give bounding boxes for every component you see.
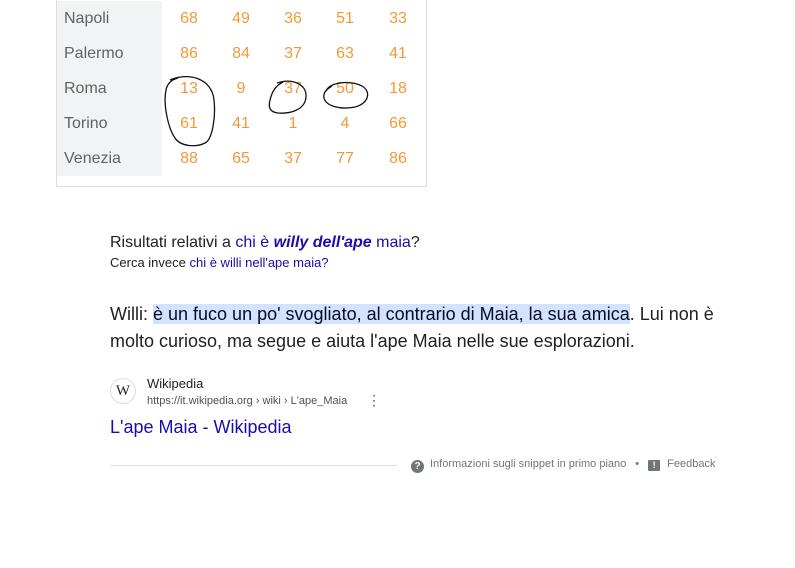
draw-number: 4 — [340, 115, 350, 132]
city-name: Napoli — [57, 1, 162, 36]
original-query-link[interactable]: chi è willi nell'ape maia? — [189, 255, 328, 270]
spelling-correction: Risultati relativi a chi è willy dell'ap… — [110, 234, 420, 252]
featured-snippet-text: Willi: è un fuco un po' svogliato, al co… — [110, 301, 740, 355]
draw-number: 37 — [284, 80, 302, 97]
draw-number: 66 — [389, 115, 407, 132]
draw-number: 13 — [180, 80, 198, 97]
corrected-query-link[interactable]: chi è willy dell'ape maia — [235, 234, 410, 251]
draw-number: 65 — [232, 150, 250, 167]
corrected-query-part: chi è — [235, 234, 274, 251]
draw-number: 36 — [284, 10, 302, 27]
more-options-icon[interactable]: ⋮ — [367, 393, 381, 407]
draw-number: 49 — [232, 10, 250, 27]
correction-prefix: Risultati relativi a — [110, 234, 236, 251]
feedback-icon: ! — [648, 460, 661, 471]
table-row: Palermo 86 84 37 63 41 — [57, 36, 426, 71]
corrected-query-part: maia — [371, 234, 411, 251]
draw-number: 37 — [284, 150, 302, 167]
draw-number: 41 — [232, 115, 250, 132]
site-url: https://it.wikipedia.org › wiki › L'ape_… — [147, 395, 348, 407]
divider — [110, 465, 397, 466]
help-icon: ? — [411, 460, 424, 473]
search-instead: Cerca invece chi è willi nell'ape maia? — [110, 255, 329, 270]
city-name: Palermo — [57, 36, 162, 71]
draw-number: 63 — [336, 45, 354, 62]
draw-number: 86 — [389, 150, 407, 167]
table-row: Napoli 68 49 36 51 33 — [57, 1, 426, 36]
draw-number: 41 — [389, 45, 407, 62]
draw-number: 77 — [336, 150, 354, 167]
snippet-footer: ? Informazioni sugli snippet in primo pia… — [411, 458, 715, 473]
lotto-results-table: Napoli 68 49 36 51 33 Palermo 86 84 37 63 41 Roma 13 9… — [56, 0, 427, 187]
table-row: Venezia 88 65 37 77 86 — [57, 141, 426, 176]
site-name: Wikipedia — [147, 376, 204, 391]
feedback-link[interactable]: Feedback — [667, 458, 715, 470]
draw-number: 88 — [180, 150, 198, 167]
draw-number: 61 — [180, 115, 198, 132]
snippet-lead: Willi: — [110, 304, 153, 324]
table-row: Roma 13 9 37 50 18 — [57, 71, 426, 106]
separator-dot: • — [635, 458, 640, 470]
result-title-link[interactable]: L'ape Maia - Wikipedia — [110, 417, 292, 438]
snippet-highlight: è un fuco un po' svogliato, al contrario… — [153, 304, 630, 324]
draw-number: 37 — [284, 45, 302, 62]
draw-number: 86 — [180, 45, 198, 62]
city-name: Roma — [57, 71, 162, 106]
draw-number: 1 — [288, 115, 298, 132]
search-instead-prefix: Cerca invece — [110, 255, 190, 270]
correction-suffix: ? — [410, 234, 420, 251]
city-name: Torino — [57, 106, 162, 141]
draw-number: 18 — [389, 80, 407, 97]
draw-number: 51 — [336, 10, 354, 27]
draw-number: 68 — [180, 10, 198, 27]
wikipedia-favicon-icon: W — [110, 378, 136, 404]
about-snippets-link[interactable]: Informazioni sugli snippet in primo pian… — [430, 458, 626, 470]
draw-number: 50 — [336, 80, 354, 97]
draw-number: 33 — [389, 10, 407, 27]
draw-number: 9 — [236, 80, 246, 97]
city-name: Venezia — [57, 141, 162, 176]
corrected-query-bold: willy dell'ape — [273, 234, 372, 251]
draw-number: 84 — [232, 45, 250, 62]
table-row: Torino 61 41 1 4 66 — [57, 106, 426, 141]
